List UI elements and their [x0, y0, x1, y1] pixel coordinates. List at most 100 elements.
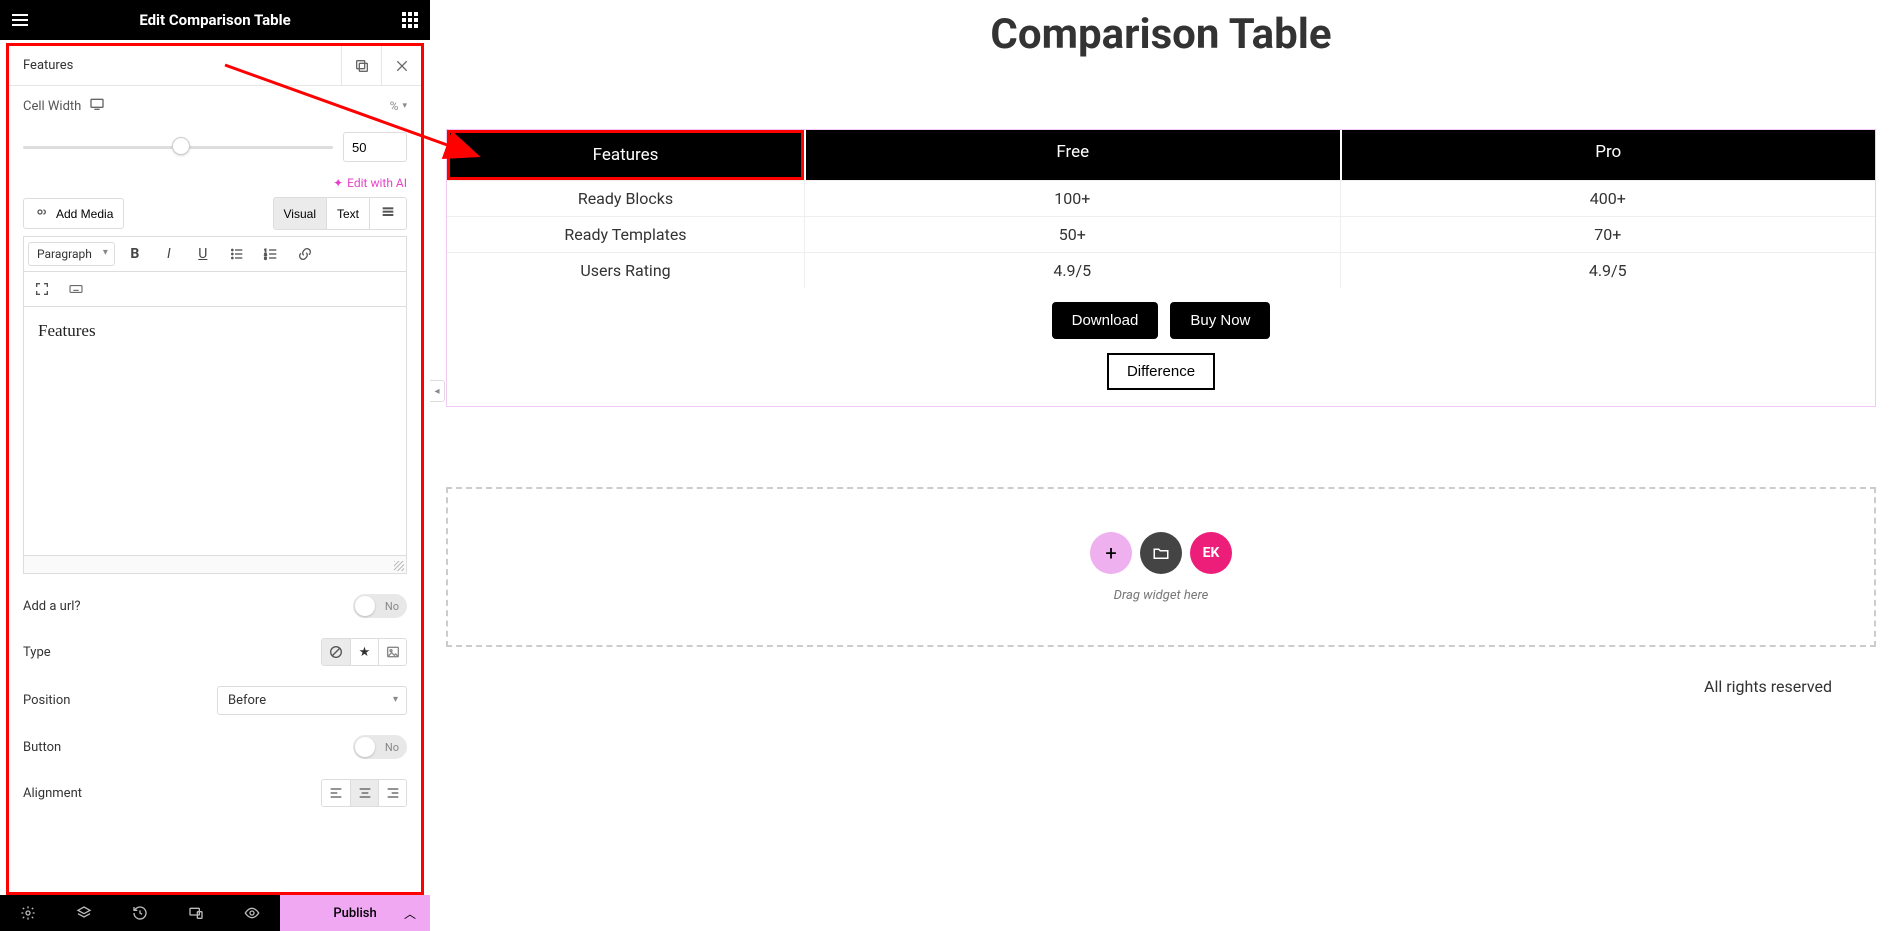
layers-icon[interactable] — [56, 895, 112, 931]
add-widget-icon[interactable]: + — [1090, 532, 1132, 574]
rte-toolbar-2 — [23, 271, 407, 306]
header-features-highlight: Features — [447, 130, 804, 180]
button-row: Button No — [9, 725, 421, 769]
cell-feature: Ready Blocks — [447, 181, 804, 216]
ordered-list-icon[interactable]: 123 — [257, 241, 285, 267]
features-panel: Features Cell Width % ▾ — [6, 43, 424, 895]
table-row: Ready Templates 50+ 70+ — [447, 216, 1875, 252]
cell-free: 100+ — [804, 181, 1340, 216]
align-left-icon[interactable] — [322, 780, 350, 806]
drop-hint: Drag widget here — [1114, 588, 1209, 603]
cell-width-input[interactable] — [343, 132, 407, 162]
table-row: Users Rating 4.9/5 4.9/5 — [447, 252, 1875, 288]
cell-pro: 4.9/5 — [1340, 253, 1876, 288]
sidebar-header: Edit Comparison Table — [0, 0, 430, 40]
section-label: Features — [9, 58, 341, 73]
collapse-sidebar-icon[interactable]: ◂ — [430, 380, 445, 402]
desktop-icon[interactable] — [89, 96, 105, 116]
add-media-button[interactable]: Add Media — [23, 198, 124, 229]
unit-label[interactable]: % — [390, 99, 399, 113]
edit-with-ai-link[interactable]: ✦ Edit with AI — [333, 176, 407, 190]
folder-icon[interactable] — [1140, 532, 1182, 574]
cell-free: 50+ — [804, 217, 1340, 252]
alignment-segmented — [321, 779, 407, 807]
editor-sidebar: Edit Comparison Table Features Cell Widt… — [0, 0, 430, 931]
media-icon — [34, 204, 50, 223]
sidebar-title: Edit Comparison Table — [139, 11, 290, 29]
position-select[interactable]: Before — [217, 686, 407, 715]
position-label: Position — [23, 693, 70, 708]
rte-path-bar — [23, 556, 407, 574]
chevron-down-icon[interactable]: ▾ — [402, 101, 407, 111]
ek-icon[interactable]: EK — [1190, 532, 1232, 574]
buy-now-button[interactable]: Buy Now — [1170, 302, 1270, 339]
footer-text: All rights reserved — [430, 647, 1892, 696]
bullet-list-icon[interactable] — [223, 241, 251, 267]
align-center-icon[interactable] — [350, 780, 378, 806]
sidebar-footer: Publish ︿ — [0, 895, 430, 931]
button-toggle[interactable]: No — [353, 735, 407, 759]
underline-icon[interactable]: U — [189, 241, 217, 267]
keyboard-icon[interactable] — [62, 276, 90, 302]
preview-eye-icon[interactable] — [224, 895, 280, 931]
add-url-label: Add a url? — [23, 599, 81, 614]
publish-button[interactable]: Publish ︿ — [280, 895, 430, 931]
section-header: Features — [9, 46, 421, 86]
page-title: Comparison Table — [430, 10, 1892, 59]
button-label: Button — [23, 740, 61, 755]
cell-free: 4.9/5 — [804, 253, 1340, 288]
rich-text-editor[interactable]: Features — [23, 306, 407, 556]
type-image-icon[interactable] — [378, 639, 406, 665]
comparison-table[interactable]: Features Free Pro Ready Blocks 100+ 400+… — [446, 129, 1876, 407]
download-button[interactable]: Download — [1052, 302, 1159, 339]
alignment-row: Alignment — [9, 769, 421, 809]
type-label: Type — [23, 645, 51, 660]
widget-drop-zone[interactable]: + EK Drag widget here — [446, 487, 1876, 647]
widgets-grid-icon[interactable] — [400, 10, 420, 30]
settings-gear-icon[interactable] — [0, 895, 56, 931]
fullscreen-icon[interactable] — [28, 276, 56, 302]
type-segmented: ★ — [321, 638, 407, 666]
paragraph-select[interactable]: Paragraph — [28, 242, 115, 266]
chevron-up-icon[interactable]: ︿ — [404, 905, 416, 922]
rte-toolbar-1: Paragraph B I U 123 — [23, 236, 407, 271]
table-row: Ready Blocks 100+ 400+ — [447, 180, 1875, 216]
drop-zone-actions: + EK — [1090, 532, 1232, 574]
difference-row: Difference — [447, 349, 1875, 406]
cell-width-slider-row — [9, 126, 421, 172]
editor-mode-tabs: Visual Text — [273, 197, 407, 230]
cell-feature: Ready Templates — [447, 217, 804, 252]
sparkle-icon: ✦ — [333, 176, 343, 190]
cell-width-slider[interactable] — [23, 140, 333, 154]
header-features[interactable]: Features — [450, 133, 801, 177]
cell-width-label: Cell Width — [23, 99, 81, 114]
editor-top-row: Add Media Visual Text — [9, 197, 421, 236]
cell-pro: 70+ — [1340, 217, 1876, 252]
header-free[interactable]: Free — [804, 130, 1340, 180]
bold-icon[interactable]: B — [121, 241, 149, 267]
svg-text:3: 3 — [264, 255, 266, 260]
tab-extra-icon[interactable] — [369, 198, 406, 229]
alignment-label: Alignment — [23, 786, 82, 801]
tab-text[interactable]: Text — [326, 198, 369, 229]
cell-pro: 400+ — [1340, 181, 1876, 216]
table-header-row: Features Free Pro — [447, 130, 1875, 180]
add-url-toggle[interactable]: No — [353, 594, 407, 618]
link-icon[interactable] — [291, 241, 319, 267]
type-none-icon[interactable] — [322, 639, 350, 665]
menu-icon[interactable] — [10, 10, 30, 30]
italic-icon[interactable]: I — [155, 241, 183, 267]
position-row: Position Before — [9, 676, 421, 725]
difference-button[interactable]: Difference — [1107, 353, 1215, 390]
duplicate-icon[interactable] — [341, 46, 381, 86]
add-url-row: Add a url? No — [9, 584, 421, 628]
tab-visual[interactable]: Visual — [274, 198, 326, 229]
close-icon[interactable] — [381, 46, 421, 86]
responsive-icon[interactable] — [168, 895, 224, 931]
history-icon[interactable] — [112, 895, 168, 931]
cell-feature: Users Rating — [447, 253, 804, 288]
actions-row: Download Buy Now — [447, 288, 1875, 349]
type-star-icon[interactable]: ★ — [350, 639, 378, 665]
align-right-icon[interactable] — [378, 780, 406, 806]
header-pro[interactable]: Pro — [1340, 130, 1876, 180]
